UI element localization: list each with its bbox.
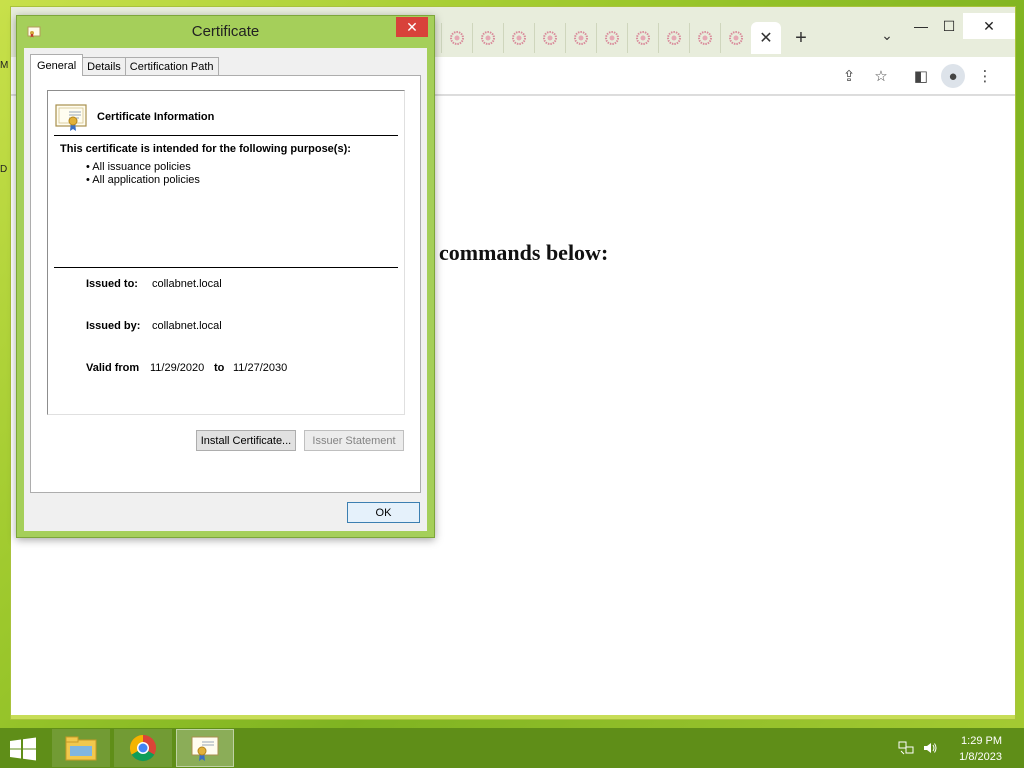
bookmark-button[interactable]: ☆ <box>871 66 891 86</box>
general-tab-panel: Certificate Information This certificate… <box>30 75 421 493</box>
browser-tab[interactable] <box>689 23 720 53</box>
flower-favicon-icon <box>512 31 526 45</box>
issued-by-label: Issued by: <box>86 320 141 332</box>
ok-button[interactable]: OK <box>347 502 420 523</box>
certificate-dialog: Certificate ✕ General Details Certificat… <box>16 15 435 538</box>
purpose-item: • All application policies <box>86 174 200 186</box>
clock-date: 1/8/2023 <box>959 751 1002 763</box>
browser-menu-button[interactable]: ⋮ <box>975 66 995 86</box>
valid-to-value: 11/27/2030 <box>233 362 288 374</box>
network-icon[interactable] <box>898 741 914 755</box>
flower-favicon-icon <box>543 31 557 45</box>
side-panel-button[interactable]: ◧ <box>911 66 931 86</box>
chevron-down-icon: ⌄ <box>881 27 893 43</box>
flower-favicon-icon <box>636 31 650 45</box>
valid-to-label: to <box>214 362 225 374</box>
dialog-tabs: General Details Certification Path <box>30 54 219 76</box>
flower-favicon-icon <box>667 31 681 45</box>
certificate-info-title: Certificate Information <box>97 111 215 123</box>
browser-tab[interactable] <box>565 23 596 53</box>
taskbar-certificate[interactable] <box>176 729 234 767</box>
tab-search-button[interactable]: ⌄ <box>877 27 897 47</box>
plus-icon: + <box>795 26 807 49</box>
browser-tab[interactable] <box>627 23 658 53</box>
issued-to-value: collabnet.local <box>152 278 222 290</box>
browser-close-button[interactable]: ✕ <box>963 13 1015 39</box>
share-icon: ⇪ <box>842 68 856 85</box>
browser-tab[interactable] <box>441 23 472 53</box>
maximize-icon: ☐ <box>942 17 956 34</box>
install-certificate-button[interactable]: Install Certificate... <box>196 430 296 451</box>
browser-tab[interactable] <box>658 23 689 53</box>
taskbar-chrome[interactable] <box>114 729 172 767</box>
issued-to-label: Issued to: <box>86 278 138 290</box>
dialog-close-button[interactable]: ✕ <box>396 17 428 37</box>
close-icon: ✕ <box>983 17 995 34</box>
issuer-statement-button[interactable]: Issuer Statement <box>304 430 404 451</box>
certificate-icon <box>55 104 87 131</box>
flower-favicon-icon <box>698 31 712 45</box>
new-tab-button[interactable]: + <box>781 23 821 53</box>
windows-start-icon[interactable] <box>8 737 38 761</box>
folder-icon <box>65 736 97 761</box>
active-tab-close-button[interactable]: ✕ <box>751 22 781 54</box>
close-icon: ✕ <box>406 18 418 35</box>
valid-from-label: Valid from <box>86 362 140 374</box>
profile-button[interactable]: ● <box>941 64 965 88</box>
flower-favicon-icon <box>574 31 588 45</box>
side-panel-icon: ◧ <box>913 68 929 85</box>
flower-favicon-icon <box>450 31 464 45</box>
chrome-icon <box>129 734 156 762</box>
divider <box>54 135 398 136</box>
issued-by-value: collabnet.local <box>152 320 222 332</box>
dialog-titlebar[interactable]: Certificate ✕ <box>17 16 434 48</box>
certificate-info-box: Certificate Information This certificate… <box>47 90 405 415</box>
tab-general[interactable]: General <box>30 54 84 76</box>
taskbar-file-explorer[interactable] <box>52 729 110 767</box>
taskbar: 1:29 PM 1/8/2023 <box>0 728 1024 768</box>
certificate-icon <box>191 736 219 761</box>
system-clock[interactable]: 1:29 PM 1/8/2023 <box>959 733 1002 765</box>
kebab-menu-icon: ⋮ <box>977 68 993 85</box>
valid-from-value: 11/29/2020 <box>150 362 205 374</box>
tab-details[interactable]: Details <box>82 57 126 76</box>
flower-favicon-icon <box>729 31 743 45</box>
dialog-title: Certificate <box>191 23 260 40</box>
browser-tab[interactable] <box>720 23 751 53</box>
close-icon: ✕ <box>759 30 773 47</box>
page-heading: commands below: <box>439 240 609 265</box>
dialog-body: General Details Certification Path Certi… <box>24 48 427 531</box>
share-button[interactable]: ⇪ <box>839 66 859 86</box>
avatar-icon: ● <box>948 67 958 85</box>
clock-time: 1:29 PM <box>961 735 1002 747</box>
browser-tab[interactable] <box>596 23 627 53</box>
divider <box>54 267 398 268</box>
browser-tab[interactable] <box>472 23 503 53</box>
tab-certification-path[interactable]: Certification Path <box>124 57 219 76</box>
star-icon: ☆ <box>874 68 888 85</box>
browser-tab[interactable] <box>503 23 534 53</box>
flower-favicon-icon <box>605 31 619 45</box>
flower-favicon-icon <box>481 31 495 45</box>
browser-tab[interactable] <box>534 23 565 53</box>
tab-strip: ✕ + <box>441 22 821 54</box>
minimize-icon: — <box>914 18 928 34</box>
purpose-heading: This certificate is intended for the fol… <box>60 143 351 155</box>
purpose-item: • All issuance policies <box>86 161 191 173</box>
volume-icon[interactable] <box>922 741 938 755</box>
